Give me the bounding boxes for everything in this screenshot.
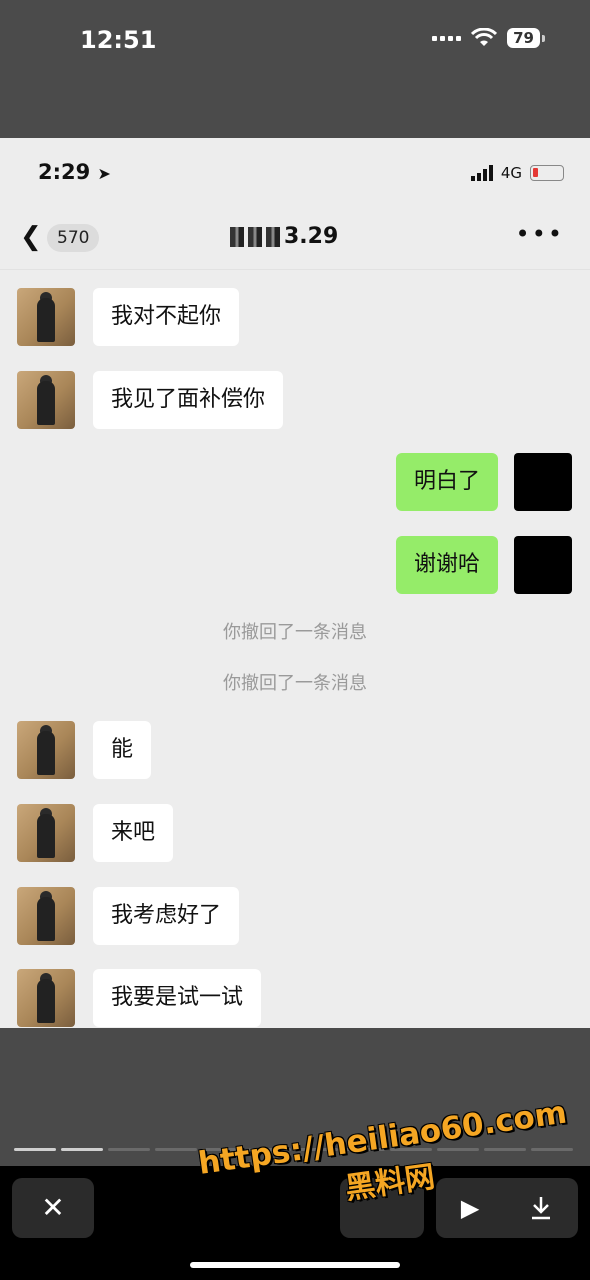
message-sent: 谢谢哈 <box>395 536 572 594</box>
message-received: 我对不起你 <box>17 288 240 346</box>
inner-status-icons: 4G <box>470 164 564 182</box>
message-bubble[interactable]: 我要是试一试 <box>93 969 262 1027</box>
avatar[interactable] <box>17 969 75 1027</box>
battery-icon: 79 <box>507 28 545 48</box>
close-icon: ✕ <box>41 1191 65 1224</box>
unread-count-badge[interactable]: 570 <box>47 224 100 252</box>
message-received: 能 <box>17 721 152 779</box>
close-button[interactable]: ✕ <box>12 1178 94 1238</box>
message-bubble[interactable]: 来吧 <box>93 804 174 862</box>
message-bubble[interactable]: 我考虑好了 <box>93 887 240 945</box>
message-sent: 明白了 <box>395 453 572 511</box>
redacted-block <box>230 226 244 247</box>
message-received: 我考虑好了 <box>17 887 240 945</box>
avatar[interactable] <box>514 536 572 594</box>
avatar[interactable] <box>17 804 75 862</box>
network-label: 4G <box>500 164 522 182</box>
status-time: 12:51 <box>80 26 157 54</box>
avatar[interactable] <box>17 371 75 429</box>
chat-header: ❮ 570 3.29 ••• <box>0 208 590 270</box>
system-message: 你撤回了一条消息 <box>223 673 367 694</box>
viewer-status-bar: 12:51 79 <box>0 0 590 138</box>
message-bubble[interactable]: 能 <box>93 721 152 779</box>
location-arrow-icon: ➤ <box>97 164 111 183</box>
avatar[interactable] <box>17 887 75 945</box>
redacted-block <box>266 226 280 247</box>
message-received: 我见了面补偿你 <box>17 371 284 429</box>
message-received: 来吧 <box>17 804 174 862</box>
play-icon[interactable]: ▶ <box>461 1194 479 1222</box>
chevron-left-icon[interactable]: ❮ <box>20 222 42 252</box>
status-icons: 79 <box>432 28 545 48</box>
avatar[interactable] <box>514 453 572 511</box>
message-bubble[interactable]: 明白了 <box>395 453 498 511</box>
system-message: 你撤回了一条消息 <box>223 622 367 643</box>
more-icon[interactable]: ••• <box>516 220 564 248</box>
chat-screenshot: 2:29 ➤ 4G ❮ 570 3.29 ••• 我对不起你 我见了面补偿你 明… <box>0 138 590 1028</box>
redacted-block <box>248 226 262 247</box>
message-received: 我要是试一试 <box>17 969 262 1027</box>
avatar[interactable] <box>17 288 75 346</box>
inner-status-bar: 2:29 ➤ 4G <box>0 138 590 208</box>
chat-title: 3.29 <box>230 224 338 249</box>
home-indicator <box>190 1262 400 1268</box>
inner-status-time: 2:29 ➤ <box>38 160 111 184</box>
avatar[interactable] <box>17 721 75 779</box>
chat-title-suffix: 3.29 <box>284 224 339 249</box>
message-bubble[interactable]: 我对不起你 <box>93 288 240 346</box>
message-bubble[interactable]: 我见了面补偿你 <box>93 371 284 429</box>
download-icon[interactable] <box>529 1195 553 1221</box>
low-battery-icon <box>530 165 564 181</box>
signal-icon <box>470 165 493 181</box>
message-bubble[interactable]: 谢谢哈 <box>395 536 498 594</box>
wifi-icon <box>471 28 498 46</box>
cellular-icon <box>432 35 462 41</box>
